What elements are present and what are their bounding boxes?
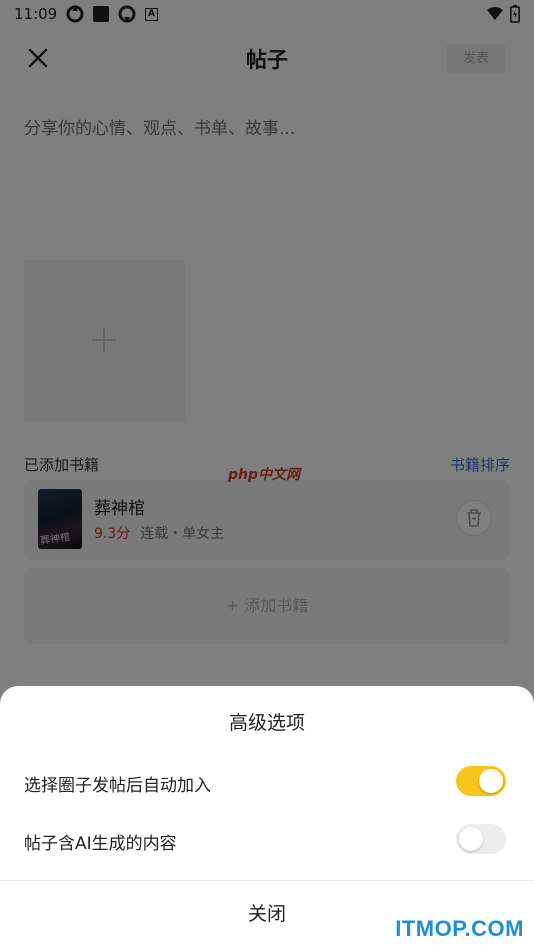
post-editor-screen: 11:09 A 帖子 发表 已添加书籍 书籍排序 葬神棺 葬神棺 9.3分 连载… — [0, 0, 534, 950]
option-label: 帖子含AI生成的内容 — [24, 834, 177, 854]
ai-content-toggle[interactable] — [456, 824, 506, 854]
option-ai-content: 帖子含AI生成的内容 — [24, 820, 510, 860]
auto-join-toggle[interactable] — [456, 766, 506, 796]
sheet-divider — [0, 880, 534, 881]
sheet-title: 高级选项 — [228, 712, 305, 734]
option-label: 选择圈子发帖后自动加入 — [24, 776, 211, 796]
itmop-watermark: ITMOP.COM — [395, 916, 524, 941]
advanced-options-sheet: 高级选项 选择圈子发帖后自动加入 帖子含AI生成的内容 关闭 — [0, 686, 534, 950]
option-auto-join-circle: 选择圈子发帖后自动加入 — [24, 762, 510, 802]
toggle-knob — [459, 827, 483, 851]
toggle-knob — [479, 769, 503, 793]
